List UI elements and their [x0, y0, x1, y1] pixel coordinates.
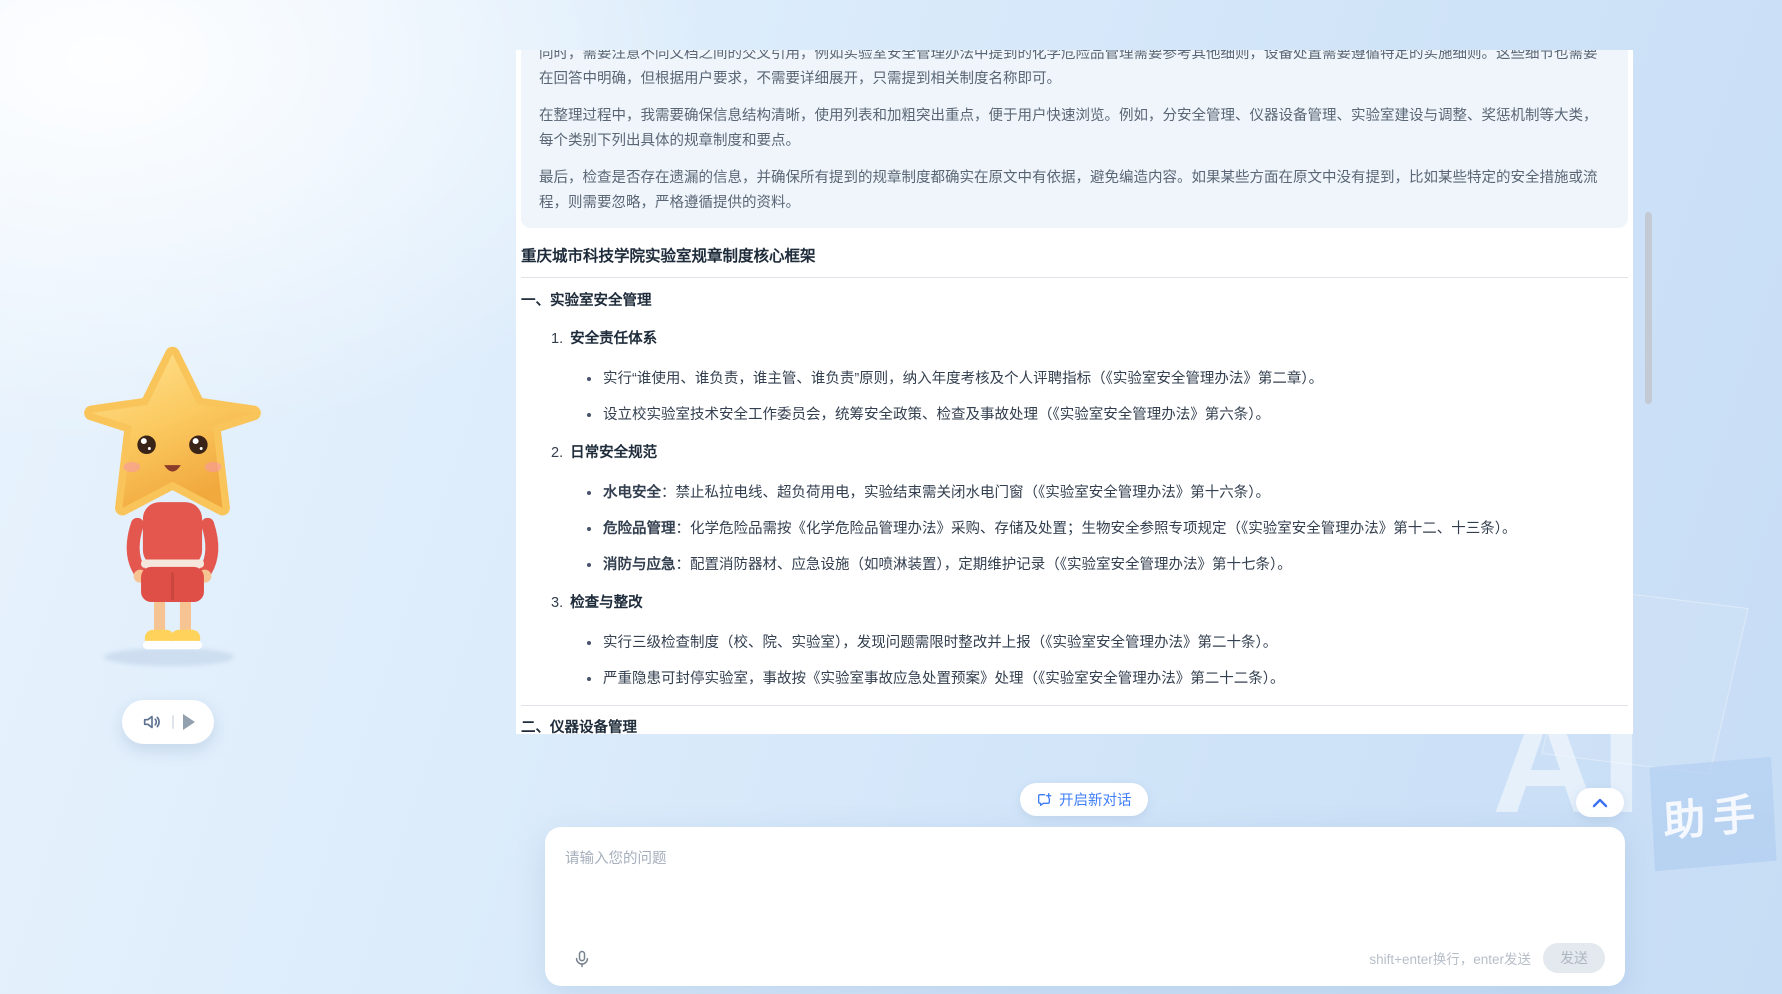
- bullet-item: 严重隐患可封停实验室，事故按《实验室事故应急处置预案》处理（《实验室安全管理办法…: [585, 667, 1628, 691]
- bullet-item: 水电安全：禁止私拉电线、超负荷用电，实验结束需关闭水电门窗（《实验室安全管理办法…: [585, 481, 1628, 505]
- star-mascot-illustration: [80, 330, 265, 665]
- item-heading: 日常安全规范: [570, 445, 657, 461]
- microphone-icon: [572, 949, 592, 969]
- watermark-assistant-text: 助手: [1662, 779, 1765, 849]
- section-2-heading: 二、仪器设备管理: [521, 716, 1628, 734]
- question-input[interactable]: [551, 833, 1451, 933]
- assistant-answer: 重庆城市科技学院实验室规章制度核心框架 一、实验室安全管理 1. 安全责任体系 实…: [516, 246, 1633, 734]
- scrollbar-thumb[interactable]: [1645, 212, 1652, 404]
- send-hint: shift+enter换行，enter发送: [1369, 948, 1531, 968]
- thinking-paragraph: 同时，需要注意不同文档之间的交叉引用，例如实验室安全管理办法中提到的化学危险品管…: [539, 50, 1610, 92]
- numbered-heading: 2. 日常安全规范: [551, 441, 1628, 465]
- item-number: 3.: [551, 595, 563, 611]
- bullet-list: 实行“谁使用、谁负责，谁主管、谁负责”原则，纳入年度考核及个人评聘指标（《实验室…: [585, 367, 1628, 427]
- divider: [521, 277, 1628, 278]
- audio-divider: [172, 715, 174, 729]
- message-input-card: shift+enter换行，enter发送 发送: [545, 827, 1625, 986]
- speaker-icon[interactable]: [141, 711, 163, 733]
- send-button[interactable]: 发送: [1543, 943, 1605, 973]
- star-mascot: [80, 330, 265, 670]
- section-1-heading: 一、实验室安全管理: [521, 289, 1628, 313]
- collapse-button[interactable]: [1576, 788, 1624, 817]
- item-number: 2.: [551, 445, 563, 461]
- watermark-assistant-panel: 助手: [1649, 757, 1776, 871]
- microphone-button[interactable]: [569, 946, 595, 972]
- item-heading: 安全责任体系: [570, 331, 657, 347]
- thinking-paragraph: 最后，检查是否存在遗漏的信息，并确保所有提到的规章制度都确实在原文中有依据，避免…: [539, 166, 1610, 216]
- new-chat-button[interactable]: 开启新对话: [1020, 783, 1148, 816]
- send-row: shift+enter换行，enter发送 发送: [1369, 943, 1605, 973]
- bullet-item: 实行三级检查制度（校、院、实验室），发现问题需限时整改并上报（《实验室安全管理办…: [585, 631, 1628, 655]
- bullet-item: 设立校实验室技术安全工作委员会，统筹安全政策、检查及事故处理（《实验室安全管理办…: [585, 403, 1628, 427]
- new-chat-label: 开启新对话: [1059, 789, 1132, 810]
- bullet-item: 危险品管理：化学危险品需按《化学危险品管理办法》采购、存储及处置；生物安全参照专…: [585, 517, 1628, 541]
- assistant-thinking-block: 同时，需要注意不同文档之间的交叉引用，例如实验室安全管理办法中提到的化学危险品管…: [521, 50, 1628, 228]
- answer-title: 重庆城市科技学院实验室规章制度核心框架: [521, 246, 1628, 268]
- bullet-list: 实行三级检查制度（校、院、实验室），发现问题需限时整改并上报（《实验室安全管理办…: [585, 631, 1628, 691]
- play-icon[interactable]: [183, 714, 195, 730]
- audio-controls: [122, 700, 214, 744]
- new-chat-icon: [1036, 792, 1052, 808]
- item-number: 1.: [551, 331, 563, 347]
- divider: [521, 705, 1628, 706]
- chat-message-panel: 同时，需要注意不同文档之间的交叉引用，例如实验室安全管理办法中提到的化学危险品管…: [516, 50, 1633, 734]
- bullet-list: 水电安全：禁止私拉电线、超负荷用电，实验结束需关闭水电门窗（《实验室安全管理办法…: [585, 481, 1628, 577]
- numbered-heading: 3. 检查与整改: [551, 591, 1628, 615]
- bullet-item: 实行“谁使用、谁负责，谁主管、谁负责”原则，纳入年度考核及个人评聘指标（《实验室…: [585, 367, 1628, 391]
- bullet-item: 消防与应急：配置消防器材、应急设施（如喷淋装置），定期维护记录（《实验室安全管理…: [585, 553, 1628, 577]
- numbered-heading: 1. 安全责任体系: [551, 327, 1628, 351]
- chevron-up-icon: [1592, 798, 1608, 808]
- thinking-paragraph: 在整理过程中，我需要确保信息结构清晰，使用列表和加粗突出重点，便于用户快速浏览。…: [539, 104, 1610, 154]
- item-heading: 检查与整改: [570, 595, 643, 611]
